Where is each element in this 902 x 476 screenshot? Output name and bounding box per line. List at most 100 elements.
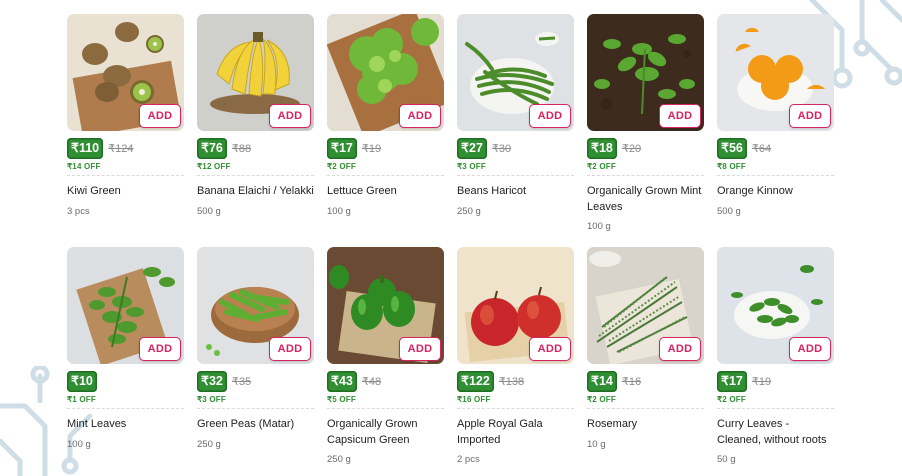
mrp-price: ₹64 [751, 142, 772, 155]
product-name: Curry Leaves - Cleaned, without roots [717, 418, 827, 446]
price-badge: ₹14 [587, 370, 617, 392]
discount-label: ₹2 OFF [717, 395, 834, 409]
discount-label: ₹5 OFF [327, 395, 444, 409]
product-row: ADD ₹110 ₹124 ₹14 OFF Kiwi Green 3 pcs A… [67, 14, 837, 247]
product-image[interactable]: ADD [327, 14, 444, 131]
add-button[interactable]: ADD [789, 337, 831, 361]
add-button[interactable]: ADD [139, 337, 181, 361]
product-card[interactable]: ADD ₹17 ₹19 ₹2 OFF Lettuce Green 100 g [327, 14, 444, 247]
product-image[interactable]: ADD [67, 247, 184, 364]
product-quantity: 100 g [327, 205, 351, 217]
mrp-price: ₹138 [498, 375, 525, 388]
product-quantity: 3 pcs [67, 205, 90, 217]
discount-label: ₹3 OFF [457, 162, 574, 176]
product-quantity: 250 g [457, 205, 481, 217]
add-button[interactable]: ADD [659, 104, 701, 128]
price-line: ₹43 ₹48 [327, 370, 444, 392]
price-badge: ₹18 [587, 137, 617, 159]
product-name: Beans Haricot [457, 185, 527, 197]
price-badge: ₹110 [67, 137, 104, 159]
discount-label: ₹2 OFF [327, 162, 444, 176]
price-badge: ₹27 [457, 137, 487, 159]
add-button[interactable]: ADD [139, 104, 181, 128]
price-line: ₹32 ₹35 [197, 370, 314, 392]
discount-label: ₹12 OFF [197, 162, 314, 176]
discount-label: ₹2 OFF [587, 395, 704, 409]
price-line: ₹56 ₹64 [717, 137, 834, 159]
discount-label: ₹3 OFF [197, 395, 314, 409]
product-name: Mint Leaves [67, 418, 127, 430]
product-quantity: 500 g [197, 205, 221, 217]
product-name: Apple Royal Gala Imported [457, 418, 543, 446]
product-card[interactable]: ADD ₹32 ₹35 ₹3 OFF Green Peas (Matar) 25… [197, 247, 314, 465]
price-line: ₹10 [67, 370, 184, 392]
add-button[interactable]: ADD [529, 104, 571, 128]
product-card[interactable]: ADD ₹18 ₹20 ₹2 OFF Organically Grown Min… [587, 14, 704, 247]
product-card[interactable]: ADD ₹110 ₹124 ₹14 OFF Kiwi Green 3 pcs [67, 14, 184, 247]
price-badge: ₹17 [717, 370, 747, 392]
mrp-price: ₹88 [231, 142, 252, 155]
product-image[interactable]: ADD [327, 247, 444, 364]
product-image[interactable]: ADD [587, 247, 704, 364]
product-image[interactable]: ADD [587, 14, 704, 131]
product-image[interactable]: ADD [197, 247, 314, 364]
add-button[interactable]: ADD [659, 337, 701, 361]
product-card[interactable]: ADD ₹10 ₹1 OFF Mint Leaves 100 g [67, 247, 184, 465]
mrp-price: ₹48 [361, 375, 382, 388]
product-image[interactable]: ADD [717, 14, 834, 131]
product-name: Banana Elaichi / Yelakki [197, 185, 314, 197]
price-line: ₹110 ₹124 [67, 137, 184, 159]
discount-label: ₹2 OFF [587, 162, 704, 176]
price-badge: ₹10 [67, 370, 97, 392]
product-card[interactable]: ADD ₹76 ₹88 ₹12 OFF Banana Elaichi / Yel… [197, 14, 314, 247]
add-button[interactable]: ADD [269, 104, 311, 128]
product-quantity: 10 g [587, 438, 606, 450]
price-badge: ₹76 [197, 137, 227, 159]
add-button[interactable]: ADD [529, 337, 571, 361]
add-button[interactable]: ADD [399, 337, 441, 361]
mrp-price: ₹35 [231, 375, 252, 388]
add-button[interactable]: ADD [399, 104, 441, 128]
mrp-price: ₹30 [491, 142, 512, 155]
product-image[interactable]: ADD [197, 14, 314, 131]
add-button[interactable]: ADD [269, 337, 311, 361]
mrp-price: ₹19 [751, 375, 772, 388]
discount-label: ₹8 OFF [717, 162, 834, 176]
price-line: ₹17 ₹19 [717, 370, 834, 392]
product-image[interactable]: ADD [717, 247, 834, 364]
price-badge: ₹122 [457, 370, 494, 392]
product-card[interactable]: ADD ₹122 ₹138 ₹16 OFF Apple Royal Gala I… [457, 247, 574, 465]
price-line: ₹17 ₹19 [327, 137, 444, 159]
price-line: ₹76 ₹88 [197, 137, 314, 159]
product-card[interactable]: ADD ₹27 ₹30 ₹3 OFF Beans Haricot 250 g [457, 14, 574, 247]
price-badge: ₹17 [327, 137, 357, 159]
product-grid: ADD ₹110 ₹124 ₹14 OFF Kiwi Green 3 pcs A… [67, 14, 837, 465]
mrp-price: ₹124 [108, 142, 134, 155]
price-badge: ₹56 [717, 137, 747, 159]
product-quantity: 100 g [67, 438, 91, 450]
mrp-price: ₹19 [361, 142, 382, 155]
product-card[interactable]: ADD ₹14 ₹16 ₹2 OFF Rosemary 10 g [587, 247, 704, 465]
product-name: Lettuce Green [327, 185, 397, 197]
mrp-price: ₹20 [621, 142, 642, 155]
product-card[interactable]: ADD ₹56 ₹64 ₹8 OFF Orange Kinnow 500 g [717, 14, 834, 247]
product-quantity: 250 g [197, 438, 221, 450]
product-quantity: 100 g [587, 221, 611, 232]
price-line: ₹27 ₹30 [457, 137, 574, 159]
price-line: ₹14 ₹16 [587, 370, 704, 392]
mrp-price: ₹16 [621, 375, 642, 388]
price-line: ₹122 ₹138 [457, 370, 574, 392]
product-quantity: 250 g [327, 454, 351, 465]
product-quantity: 2 pcs [457, 454, 480, 465]
product-image[interactable]: ADD [67, 14, 184, 131]
product-card[interactable]: ADD ₹43 ₹48 ₹5 OFF Organically Grown Cap… [327, 247, 444, 465]
discount-label: ₹14 OFF [67, 162, 184, 176]
product-name: Organically Grown Capsicum Green [327, 418, 418, 446]
add-button[interactable]: ADD [789, 104, 831, 128]
product-image[interactable]: ADD [457, 247, 574, 364]
product-name: Rosemary [587, 418, 638, 430]
product-card[interactable]: ADD ₹17 ₹19 ₹2 OFF Curry Leaves - Cleane… [717, 247, 834, 465]
price-badge: ₹43 [327, 370, 357, 392]
product-row: ADD ₹10 ₹1 OFF Mint Leaves 100 g ADD ₹32… [67, 247, 837, 465]
product-image[interactable]: ADD [457, 14, 574, 131]
